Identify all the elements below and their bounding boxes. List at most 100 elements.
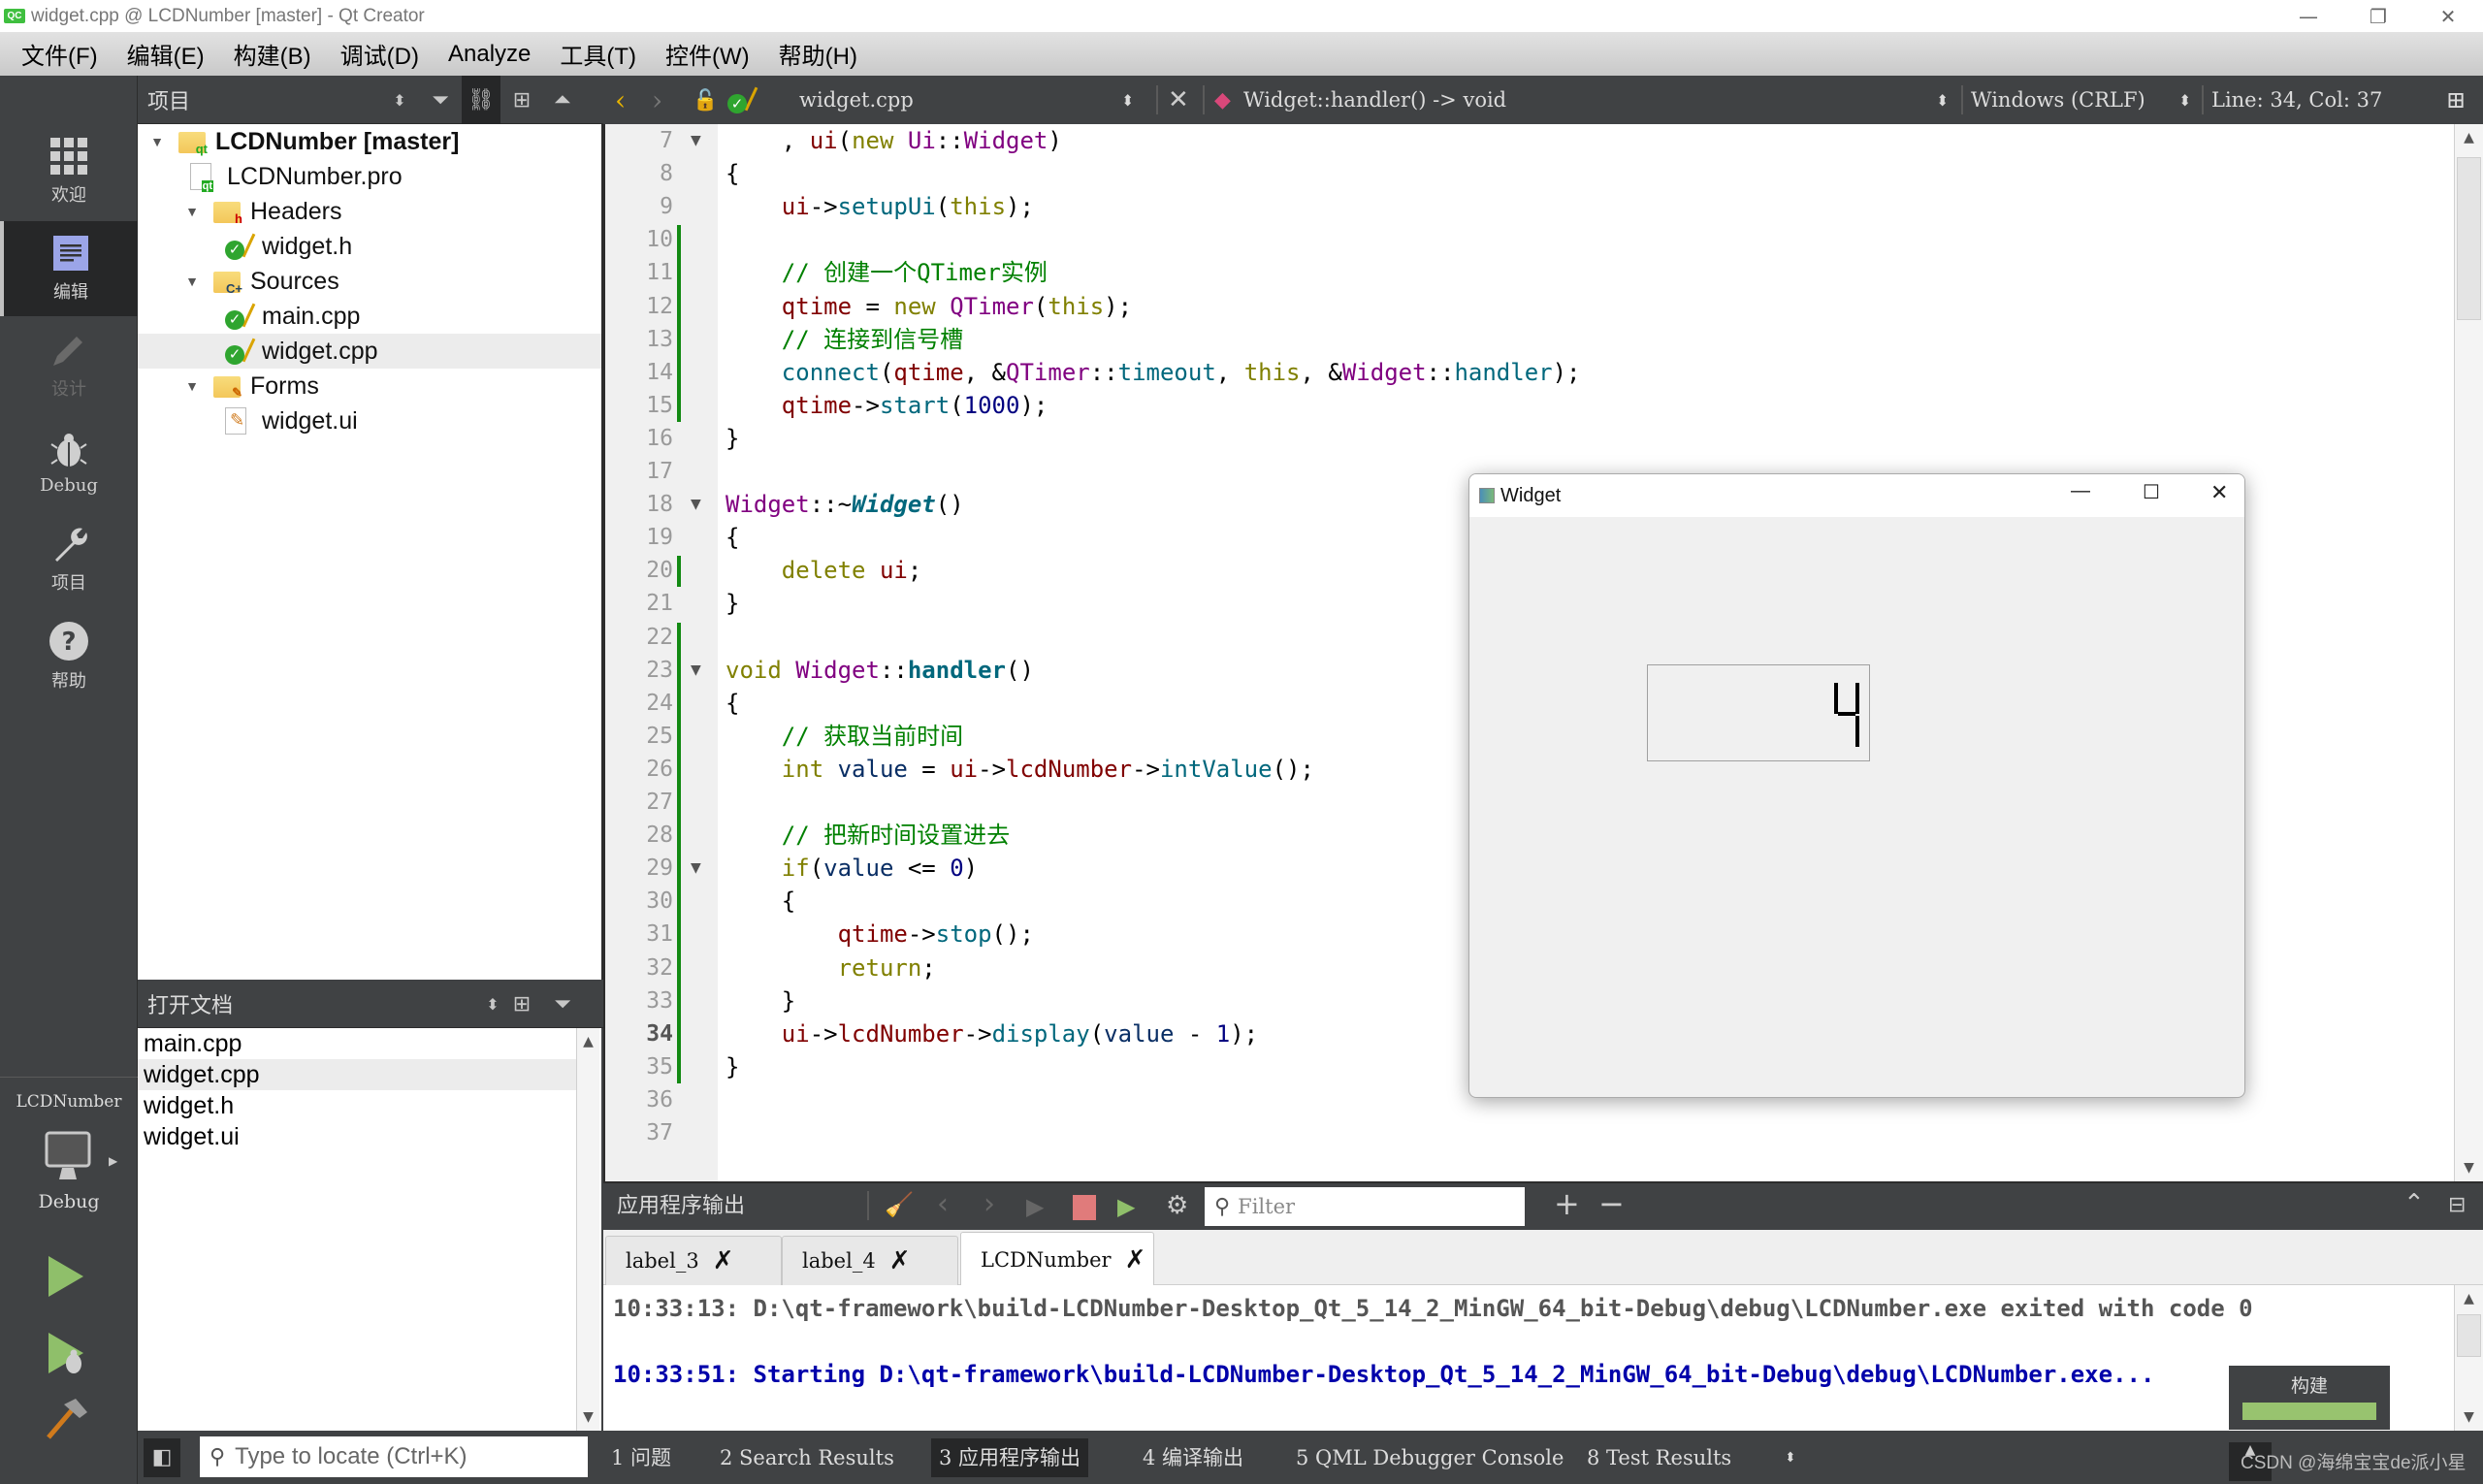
- code-line[interactable]: connect(qtime, &QTimer::timeout, this, &…: [726, 356, 1581, 389]
- code-line[interactable]: {: [726, 521, 739, 554]
- zoom-out-icon[interactable]: −: [1598, 1185, 1625, 1222]
- tree-item-main-cpp[interactable]: ✓ main.cpp: [138, 299, 601, 334]
- file-selector-arrows-icon[interactable]: ⬍: [1121, 76, 1134, 124]
- output-tab-label4[interactable]: label_4 ✗: [782, 1236, 958, 1285]
- menu-file[interactable]: 文件(F): [21, 37, 98, 71]
- code-line[interactable]: {: [726, 885, 795, 918]
- expand-arrow-icon[interactable]: ▼: [182, 204, 202, 219]
- scroll-up-icon[interactable]: ▲: [2455, 124, 2483, 151]
- code-line[interactable]: // 把新时间设置进去: [726, 819, 1010, 852]
- tree-item-widget-h[interactable]: ✓ widget.h: [138, 229, 601, 264]
- output-tab-lcdnumber[interactable]: LCDNumber ✗: [960, 1232, 1154, 1286]
- fold-marker-icon[interactable]: ▼: [691, 124, 701, 157]
- menu-debug[interactable]: 调试(D): [340, 37, 419, 71]
- next-item-icon[interactable]: ›: [984, 1187, 995, 1221]
- menu-build[interactable]: 构建(B): [234, 37, 311, 71]
- application-output[interactable]: 10:33:13: D:\qt-framework\build-LCDNumbe…: [603, 1285, 2454, 1431]
- code-line[interactable]: return;: [726, 952, 936, 984]
- nav-forward-icon[interactable]: ›: [652, 76, 662, 124]
- close-file-icon[interactable]: ✕: [1168, 76, 1189, 124]
- kit-selector[interactable]: [45, 1131, 93, 1179]
- code-line[interactable]: qtime->start(1000);: [726, 389, 1048, 422]
- close-tab-icon[interactable]: ✗: [889, 1246, 911, 1275]
- scroll-down-icon[interactable]: ▼: [577, 1403, 599, 1431]
- pane-application-output[interactable]: 3 应用程序输出: [931, 1438, 1089, 1477]
- close-tab-icon[interactable]: ✗: [713, 1246, 734, 1275]
- minimize-button[interactable]: —: [2279, 0, 2338, 32]
- split-editor-icon[interactable]: ⊞: [2446, 76, 2466, 124]
- open-docs-scrollbar[interactable]: ▲ ▼: [576, 1028, 599, 1431]
- clean-output-icon[interactable]: 🧹: [885, 1191, 914, 1218]
- code-line[interactable]: // 获取当前时间: [726, 720, 963, 753]
- nav-back-icon[interactable]: ‹: [615, 76, 626, 124]
- symbol-selector-arrows-icon[interactable]: ⬍: [1936, 76, 1949, 124]
- mode-design[interactable]: 设计: [0, 318, 138, 413]
- zoom-in-icon[interactable]: +: [1554, 1185, 1580, 1222]
- build-progress[interactable]: 构建: [2229, 1366, 2390, 1430]
- code-line[interactable]: qtime->stop();: [726, 918, 1034, 951]
- open-doc-item[interactable]: widget.ui: [138, 1121, 576, 1152]
- tree-item-sources[interactable]: ▼ C+ Sources: [138, 264, 601, 299]
- symbol-selector[interactable]: Widget::handler() -> void: [1243, 76, 1506, 124]
- tree-item-project[interactable]: ▼ qt LCDNumber [master]: [138, 124, 601, 159]
- pane-issues[interactable]: 1 问题: [603, 1438, 679, 1477]
- attach-debugger-icon[interactable]: ▶: [1117, 1193, 1135, 1220]
- output-scrollbar[interactable]: ▲ ▼: [2454, 1285, 2483, 1431]
- code-line[interactable]: }: [726, 1050, 739, 1083]
- stop-icon[interactable]: [1073, 1195, 1096, 1220]
- open-doc-item[interactable]: widget.h: [138, 1090, 576, 1121]
- code-line[interactable]: , ui(new Ui::Widget): [726, 124, 1062, 157]
- toggle-sidebar-icon[interactable]: ◧: [144, 1438, 180, 1477]
- close-panel-icon[interactable]: ⏷: [543, 980, 582, 1028]
- widget-close-button[interactable]: ✕: [2210, 480, 2228, 505]
- debug-run-button[interactable]: [47, 1331, 89, 1381]
- widget-minimize-button[interactable]: —: [2071, 480, 2090, 502]
- current-file-name[interactable]: widget.cpp: [799, 76, 914, 124]
- code-line[interactable]: int value = ui->lcdNumber->intValue();: [726, 753, 1314, 786]
- pane-search-results[interactable]: 2 Search Results: [712, 1438, 902, 1477]
- tree-item-pro-file[interactable]: qt LCDNumber.pro: [138, 159, 601, 194]
- open-doc-item[interactable]: widget.cpp: [138, 1059, 576, 1090]
- code-line[interactable]: }: [726, 984, 795, 1017]
- split-add-icon[interactable]: ⊞: [502, 76, 541, 124]
- scroll-down-icon[interactable]: ▼: [2455, 1403, 2483, 1431]
- run-button[interactable]: [47, 1254, 85, 1303]
- code-line[interactable]: void Widget::handler(): [726, 654, 1034, 687]
- prev-item-icon[interactable]: ‹: [937, 1187, 949, 1221]
- open-doc-item[interactable]: main.cpp: [138, 1028, 576, 1059]
- split-add-icon[interactable]: ⊞: [502, 980, 541, 1028]
- view-selector-arrows-icon[interactable]: ⬍: [380, 76, 419, 124]
- fold-marker-icon[interactable]: ▼: [691, 852, 701, 885]
- scrollbar-thumb[interactable]: [2457, 157, 2481, 320]
- code-line[interactable]: ui->lcdNumber->display(value - 1);: [726, 1017, 1258, 1050]
- scroll-up-icon[interactable]: ▲: [577, 1028, 599, 1055]
- sync-link-icon[interactable]: ⛓: [462, 76, 500, 124]
- code-line[interactable]: ui->setupUi(this);: [726, 190, 1034, 223]
- mode-debug[interactable]: Debug: [0, 415, 138, 510]
- output-filter-input[interactable]: ⚲ Filter: [1205, 1187, 1525, 1226]
- project-panel-title[interactable]: 项目: [147, 84, 190, 115]
- tree-item-widget-ui[interactable]: ✎ widget.ui: [138, 403, 601, 438]
- more-panes-arrows-icon[interactable]: ⬍: [1777, 1438, 1804, 1477]
- expand-arrow-icon[interactable]: ▼: [182, 274, 202, 289]
- maximize-pane-icon[interactable]: ⌃: [2403, 1189, 2425, 1218]
- build-button[interactable]: [45, 1397, 89, 1445]
- open-docs-title[interactable]: 打开文档: [147, 988, 233, 1019]
- code-line[interactable]: Widget::~Widget(): [726, 488, 964, 521]
- mode-welcome[interactable]: 欢迎: [0, 124, 138, 219]
- code-line[interactable]: }: [726, 587, 739, 620]
- code-line[interactable]: if(value <= 0): [726, 852, 978, 885]
- fold-marker-icon[interactable]: ▼: [691, 654, 701, 687]
- mode-projects[interactable]: 项目: [0, 512, 138, 607]
- widget-maximize-button[interactable]: ☐: [2143, 480, 2160, 504]
- close-pane-icon[interactable]: ⊟: [2448, 1193, 2466, 1217]
- expand-arrow-icon[interactable]: ▼: [182, 378, 202, 394]
- close-button[interactable]: ✕: [2419, 0, 2477, 32]
- tree-item-forms[interactable]: ▼ ✎ Forms: [138, 369, 601, 403]
- editor-vertical-scrollbar[interactable]: ▲ ▼: [2454, 124, 2483, 1181]
- rerun-icon[interactable]: ▶: [1026, 1193, 1044, 1220]
- mode-help[interactable]: ? 帮助: [0, 609, 138, 704]
- code-line[interactable]: {: [726, 687, 739, 720]
- expand-arrow-icon[interactable]: ▼: [147, 134, 167, 149]
- code-line[interactable]: {: [726, 157, 739, 190]
